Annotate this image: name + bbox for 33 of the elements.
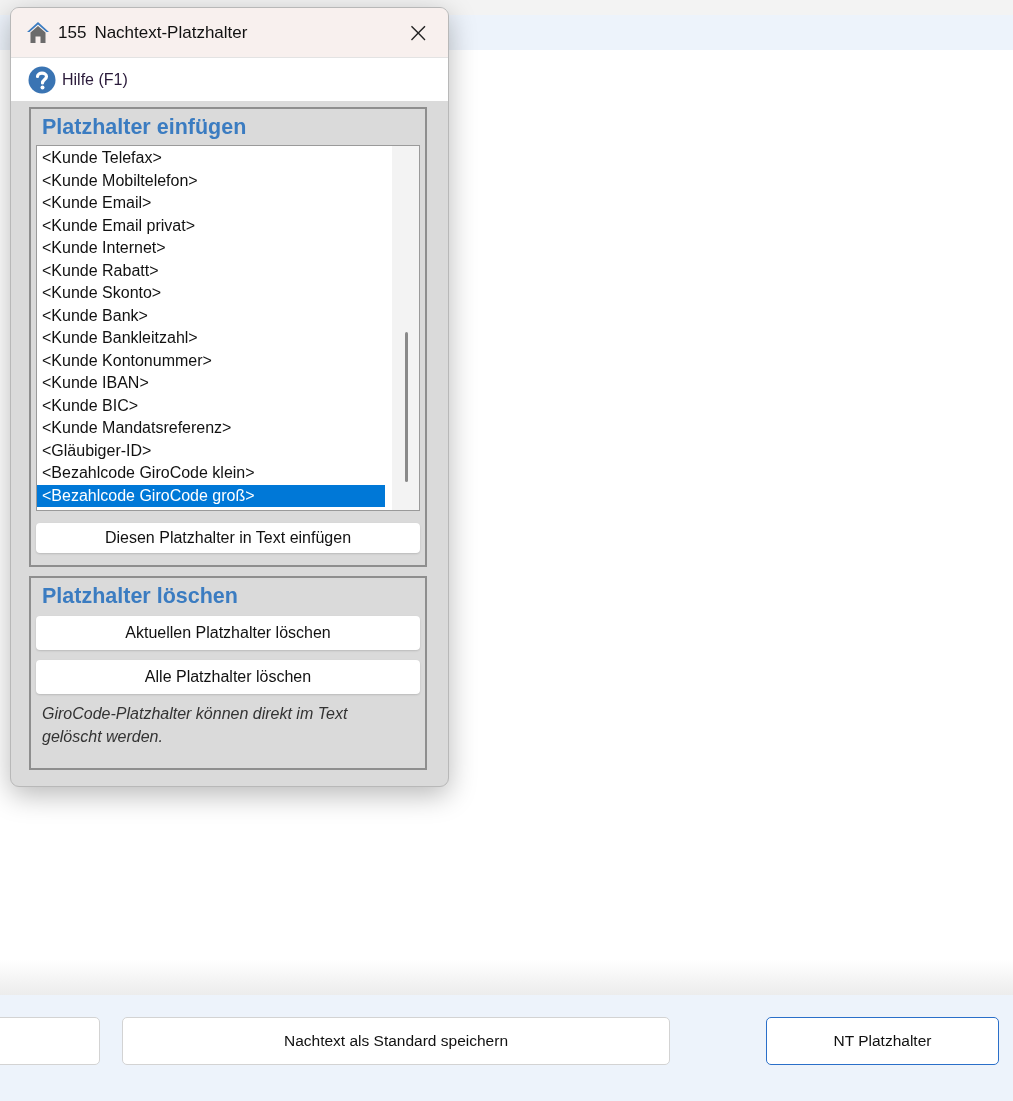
scrollbar-thumb[interactable] <box>405 332 408 482</box>
placeholder-list[interactable] <box>36 145 420 511</box>
list-item[interactable]: <Kunde Rabatt> <box>37 259 385 282</box>
scrollbar[interactable] <box>392 146 419 510</box>
list-item[interactable]: <Kunde Email privat> <box>37 214 385 237</box>
list-item[interactable]: <Bezahlcode GiroCode groß> <box>37 484 385 507</box>
note-text: GiroCode-Platzhalter können direkt im Text gelöscht werden. <box>42 704 349 747</box>
help-button[interactable]: Hilfe (F1) <box>28 65 128 94</box>
list-item[interactable]: <Kunde BIC> <box>37 394 385 417</box>
bar-button[interactable]: Nachtext als Standard speichern <box>122 1017 670 1065</box>
list-item[interactable]: <Kunde Email> <box>37 192 385 215</box>
close-button[interactable]: × <box>402 18 434 47</box>
insert-button[interactable]: Diesen Platzhalter in Text einfügen <box>36 523 420 553</box>
help-icon <box>28 65 56 94</box>
bar-button[interactable]: NT Platzhalter <box>766 1017 999 1065</box>
dialog-number: 155 <box>58 22 87 43</box>
group-heading: Platzhalter löschen <box>41 583 239 610</box>
list-item[interactable]: <Kunde Mandatsreferenz> <box>37 417 385 440</box>
house-icon <box>26 21 50 44</box>
delete-button[interactable]: Alle Platzhalter löschen <box>36 660 420 694</box>
window-title: Nachtext-Platzhalter <box>94 22 248 43</box>
group-heading: Platzhalter einfügen <box>41 114 248 141</box>
list-item[interactable]: <Kunde Kontonummer> <box>37 349 385 372</box>
list-item[interactable]: <Kunde Internet> <box>37 237 385 260</box>
list-item[interactable]: <Kunde Bank> <box>37 304 385 327</box>
list-item[interactable]: <Kunde Telefax> <box>37 147 385 170</box>
list-item[interactable]: <Kunde Skonto> <box>37 282 385 305</box>
list-item[interactable]: <Kunde IBAN> <box>37 372 385 395</box>
delete-button[interactable]: Aktuellen Platzhalter löschen <box>36 616 420 650</box>
list-item[interactable]: <Gläubiger-ID> <box>37 439 385 462</box>
list-item[interactable]: <Kunde Mobiltelefon> <box>37 169 385 192</box>
list-item[interactable]: <Kunde Bankleitzahl> <box>37 327 385 350</box>
list-item[interactable]: <Bezahlcode GiroCode klein> <box>37 462 385 485</box>
